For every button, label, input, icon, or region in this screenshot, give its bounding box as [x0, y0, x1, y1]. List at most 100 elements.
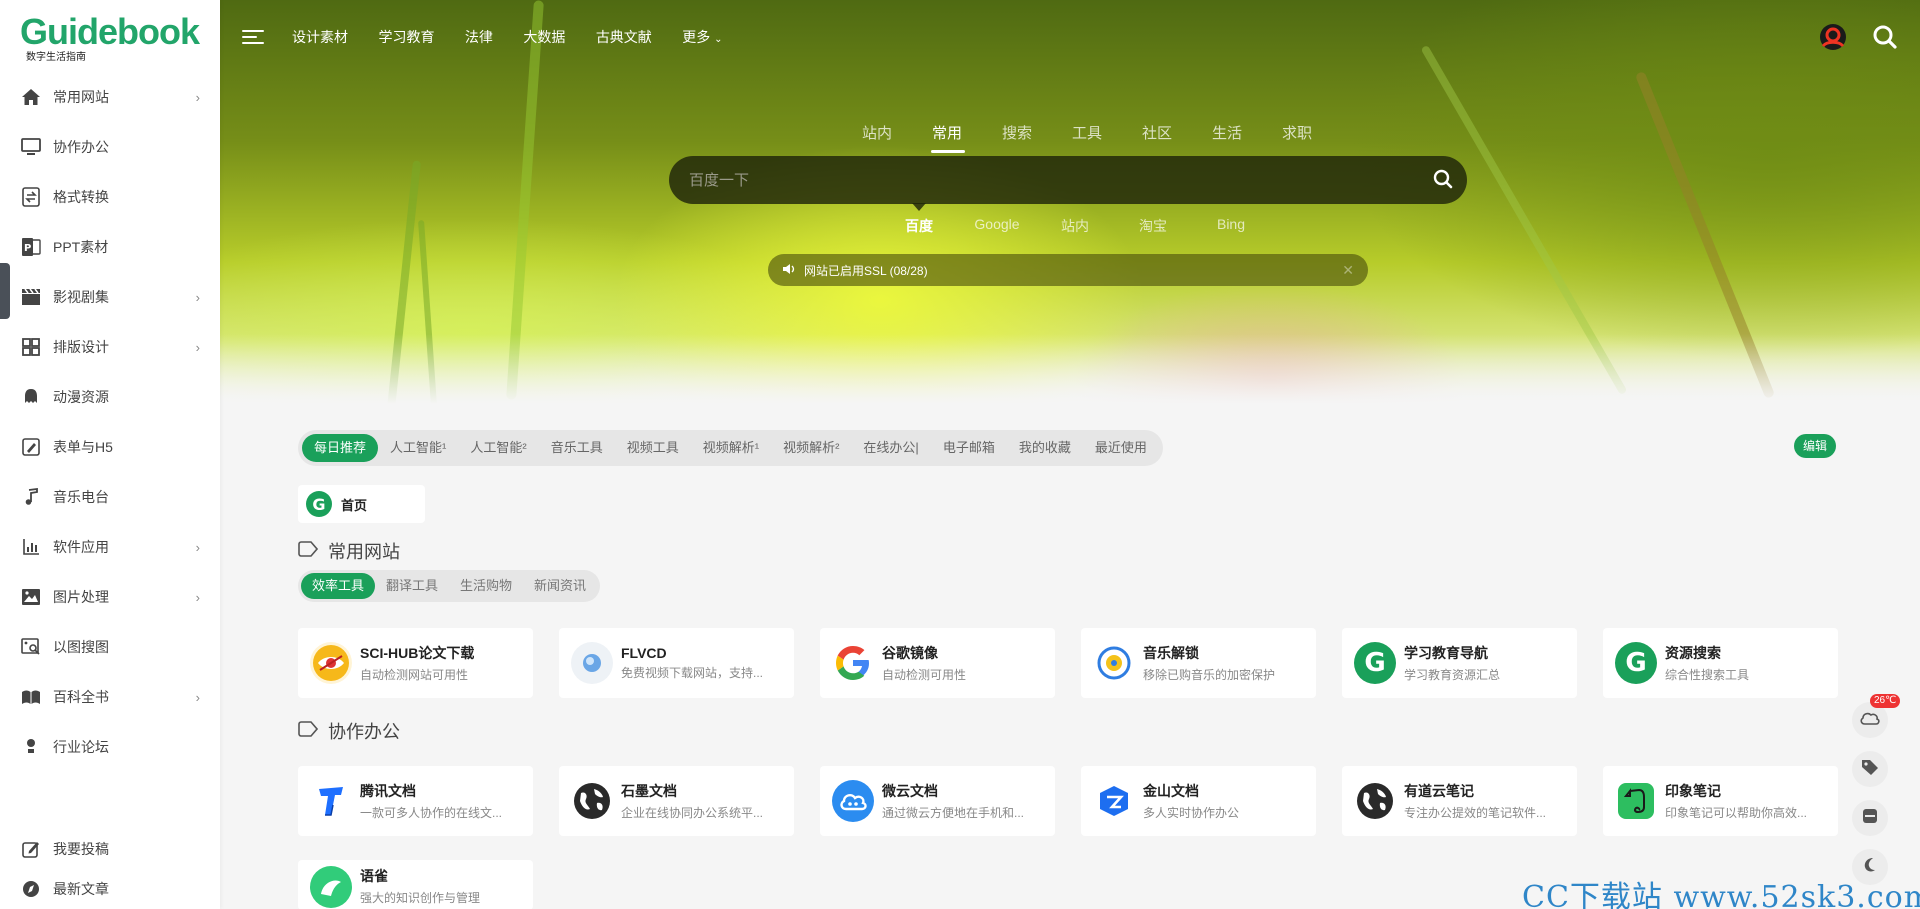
- sidebar-item-label: 我要投稿: [53, 841, 109, 857]
- site-card[interactable]: 微云文档 通过微云方便地在手机和...: [820, 766, 1055, 836]
- subtab-shopping[interactable]: 生活购物: [449, 573, 523, 599]
- tab-online-office[interactable]: 在线办公|: [851, 434, 930, 462]
- site-card[interactable]: 音乐解锁 移除已购音乐的加密保护: [1081, 628, 1316, 698]
- tag-icon: [1860, 758, 1880, 781]
- sidebar-item-music-radio[interactable]: 音乐电台: [0, 472, 220, 522]
- home-chip[interactable]: G 首页: [298, 485, 425, 523]
- engine-site[interactable]: 站内: [1036, 216, 1114, 236]
- site-card[interactable]: G 资源搜索 综合性搜索工具: [1603, 628, 1838, 698]
- tab-recent[interactable]: 最近使用: [1083, 434, 1159, 462]
- topnav-law[interactable]: 法律: [465, 27, 493, 47]
- edit-button[interactable]: 编辑: [1794, 434, 1837, 458]
- search-tab-common[interactable]: 常用: [912, 122, 982, 153]
- card-desc: 印象笔记可以帮助你高效...: [1665, 806, 1808, 820]
- topnav-classics[interactable]: 古典文献: [596, 27, 652, 47]
- layout-button[interactable]: [1852, 800, 1888, 836]
- search-tab-search[interactable]: 搜索: [982, 122, 1052, 143]
- notice-text: 网站已启用SSL (08/28): [804, 263, 928, 278]
- sidebar-item-forms-h5[interactable]: 表单与H5: [0, 422, 220, 472]
- tab-my-favorites[interactable]: 我的收藏: [1007, 434, 1083, 462]
- tab-video-parse-2[interactable]: 视频解析²: [771, 434, 851, 462]
- grid-icon: [20, 336, 42, 358]
- search-input[interactable]: [689, 171, 1389, 189]
- globe-icon: [571, 780, 613, 822]
- sidebar-item-common-sites[interactable]: 常用网站 ›: [0, 72, 220, 122]
- tencent-docs-icon: [310, 780, 352, 822]
- card-title: 学习教育导航: [1404, 645, 1488, 661]
- close-icon[interactable]: ✕: [1342, 262, 1354, 279]
- sidebar-item-software[interactable]: 软件应用 ›: [0, 522, 220, 572]
- site-card[interactable]: SCI-HUB论文下载 自动检测网站可用性: [298, 628, 533, 698]
- subtab-translation[interactable]: 翻译工具: [375, 573, 449, 599]
- site-card[interactable]: 印象笔记 印象笔记可以帮助你高效...: [1603, 766, 1838, 836]
- topnav-learning[interactable]: 学习教育: [378, 27, 434, 47]
- subtab-news[interactable]: 新闻资讯: [523, 573, 597, 599]
- site-card[interactable]: G 学习教育导航 学习教育资源汇总: [1342, 628, 1577, 698]
- site-logo[interactable]: Guidebook 数字生活指南: [0, 0, 220, 72]
- sidebar-item-format-convert[interactable]: 格式转换: [0, 172, 220, 222]
- evernote-icon: [1618, 783, 1654, 819]
- form-icon: [20, 436, 42, 458]
- site-card[interactable]: 石墨文档 企业在线协同办公系统平...: [559, 766, 794, 836]
- tab-music-tools[interactable]: 音乐工具: [539, 434, 615, 462]
- sidebar-collapse-handle[interactable]: [0, 263, 10, 319]
- sidebar-item-layout-design[interactable]: 排版设计 ›: [0, 322, 220, 372]
- engine-taobao[interactable]: 淘宝: [1114, 216, 1192, 236]
- yuque-icon: [310, 866, 352, 908]
- search-tab-site[interactable]: 站内: [842, 122, 912, 143]
- tab-ai-1[interactable]: 人工智能¹: [378, 434, 458, 462]
- engine-baidu[interactable]: 百度: [880, 216, 958, 236]
- sidebar-item-image-processing[interactable]: 图片处理 ›: [0, 572, 220, 622]
- sidebar-item-anime[interactable]: 动漫资源: [0, 372, 220, 422]
- search-tab-jobs[interactable]: 求职: [1262, 122, 1332, 143]
- section-title-collab-office: 协作办公: [298, 718, 400, 744]
- weather-button[interactable]: 26℃: [1852, 694, 1901, 738]
- topnav-design-materials[interactable]: 设计素材: [292, 27, 348, 47]
- tab-email[interactable]: 电子邮箱: [931, 434, 1007, 462]
- tags-button[interactable]: [1852, 751, 1888, 787]
- search-tab-tools[interactable]: 工具: [1052, 122, 1122, 143]
- chevron-right-icon: ›: [195, 689, 200, 705]
- site-card[interactable]: 金山文档 多人实时协作办公: [1081, 766, 1316, 836]
- topnav-big-data[interactable]: 大数据: [523, 27, 565, 47]
- sidebar-item-label: 图片处理: [53, 589, 109, 605]
- topnav-more[interactable]: 更多 ⌄: [682, 27, 722, 47]
- chevron-right-icon: ›: [195, 539, 200, 555]
- subtab-efficiency[interactable]: 效率工具: [301, 573, 376, 599]
- sidebar-item-submit[interactable]: 我要投稿: [0, 829, 220, 869]
- sidebar-item-ppt[interactable]: P PPT素材: [0, 222, 220, 272]
- sidebar-item-label: 表单与H5: [53, 439, 113, 455]
- sidebar: Guidebook 数字生活指南 常用网站 › 协作办公 格式转换 P PPT素…: [0, 0, 220, 909]
- tab-ai-2[interactable]: 人工智能²: [458, 434, 538, 462]
- sidebar-item-forum[interactable]: 行业论坛: [0, 722, 220, 772]
- site-card[interactable]: 谷歌镜像 自动检测可用性: [820, 628, 1055, 698]
- sidebar-item-collab-office[interactable]: 协作办公: [0, 122, 220, 172]
- top-nav: 设计素材 学习教育 法律 大数据 古典文献 更多 ⌄: [292, 27, 749, 47]
- search-tab-life[interactable]: 生活: [1192, 122, 1262, 143]
- search-submit-icon[interactable]: [1433, 169, 1453, 194]
- sidebar-item-image-search[interactable]: 以图搜图: [0, 622, 220, 672]
- tag-icon: [298, 540, 319, 562]
- card-title: 音乐解锁: [1143, 645, 1199, 661]
- tab-video-tools[interactable]: 视频工具: [615, 434, 691, 462]
- search-tab-community[interactable]: 社区: [1122, 122, 1192, 143]
- site-card[interactable]: FLVCD 免费视频下载网站，支持...: [559, 628, 794, 698]
- user-avatar-icon[interactable]: [1818, 22, 1848, 57]
- site-card[interactable]: 有道云笔记 专注办公提效的笔记软件...: [1342, 766, 1577, 836]
- search-engine-tabs: 百度 Google 站内 淘宝 Bing: [880, 216, 1270, 236]
- site-card[interactable]: 语雀 强大的知识创作与管理: [298, 860, 533, 909]
- sidebar-item-encyclopedia[interactable]: 百科全书 ›: [0, 672, 220, 722]
- card-desc: 免费视频下载网站，支持...: [621, 666, 764, 680]
- card-desc: 多人实时协作办公: [1143, 806, 1240, 820]
- recommend-tabs: 每日推荐 人工智能¹ 人工智能² 音乐工具 视频工具 视频解析¹ 视频解析² 在…: [298, 430, 1163, 466]
- tab-video-parse-1[interactable]: 视频解析¹: [691, 434, 771, 462]
- menu-icon[interactable]: [242, 28, 264, 46]
- tab-daily-recommend[interactable]: 每日推荐: [302, 434, 379, 462]
- card-desc: 自动检测网站可用性: [360, 668, 469, 682]
- sidebar-item-film-series[interactable]: 影视剧集 ›: [0, 272, 220, 322]
- site-card[interactable]: 腾讯文档 一款可多人协作的在线文...: [298, 766, 533, 836]
- search-icon[interactable]: [1872, 24, 1898, 55]
- sidebar-item-latest-articles[interactable]: 最新文章: [0, 869, 220, 909]
- engine-bing[interactable]: Bing: [1192, 216, 1270, 236]
- engine-google[interactable]: Google: [958, 216, 1036, 236]
